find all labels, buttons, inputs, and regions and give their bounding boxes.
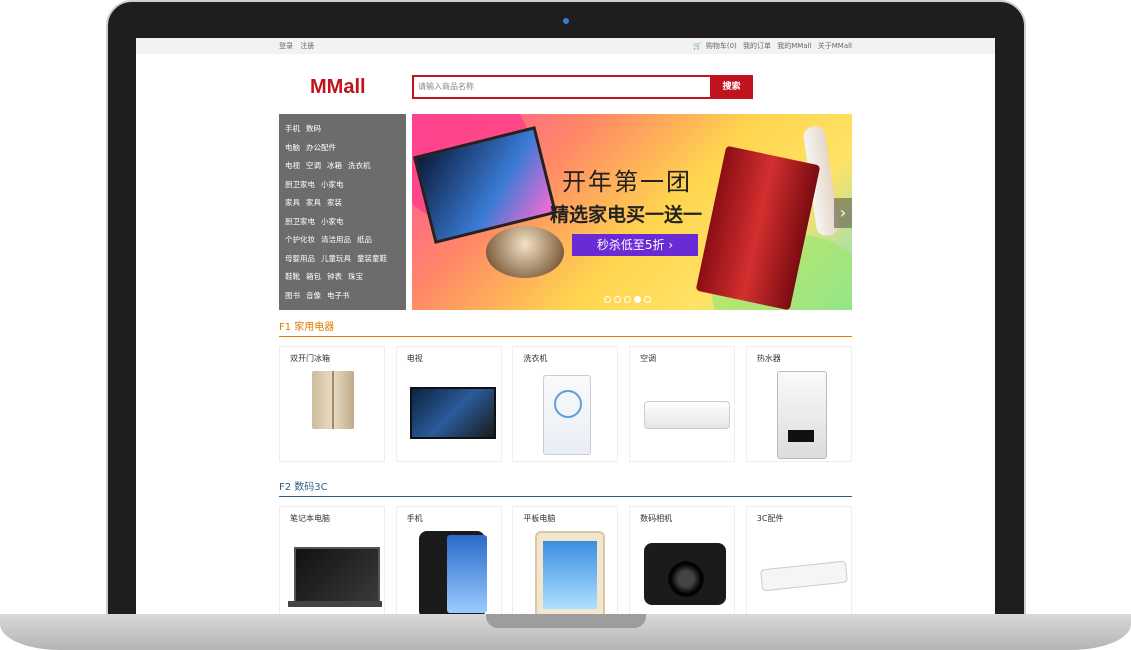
banner-promo-button[interactable]: 秒杀低至5折 › <box>572 234 698 256</box>
camera-icon <box>644 543 727 605</box>
product-card[interactable]: 笔记本电脑 <box>279 506 385 618</box>
register-link[interactable]: 注册 <box>300 42 314 50</box>
category-link[interactable]: 家具 <box>285 198 300 207</box>
category-link[interactable]: 清洁用品 <box>321 235 351 244</box>
my-mall-link[interactable]: 我的MMall <box>777 42 811 50</box>
category-link[interactable]: 小家电 <box>321 217 344 226</box>
product-card[interactable]: 数码相机 <box>629 506 736 618</box>
carousel-dot[interactable] <box>634 296 641 303</box>
category-link[interactable]: 纸品 <box>357 235 372 244</box>
category-link[interactable]: 小家电 <box>321 180 344 189</box>
category-link[interactable]: 图书 <box>285 291 300 300</box>
category-link[interactable]: 冰箱 <box>327 161 342 170</box>
product-card[interactable]: 热水器 <box>745 346 852 462</box>
category-row: 手机 数码 <box>285 123 327 134</box>
carousel-dot[interactable] <box>614 296 621 303</box>
category-row: 厨卫家电 小家电 <box>285 179 350 190</box>
category-link[interactable]: 儿童玩具 <box>321 254 351 263</box>
webcam-icon <box>563 18 569 24</box>
product-card[interactable]: 电视 <box>395 346 502 462</box>
product-card-label: 手机 <box>406 514 423 523</box>
product-card[interactable]: 平板电脑 <box>512 506 619 618</box>
category-link[interactable]: 电脑 <box>285 143 300 152</box>
product-card-label: 笔记本电脑 <box>290 514 330 523</box>
category-row: 厨卫家电 小家电 <box>285 216 350 227</box>
category-link[interactable]: 电子书 <box>327 291 350 300</box>
category-link[interactable]: 音像 <box>306 291 321 300</box>
login-link[interactable]: 登录 <box>279 42 293 50</box>
floor-divider <box>279 496 852 497</box>
laptop-base-notch <box>486 614 646 628</box>
category-link[interactable]: 鞋靴 <box>285 272 300 281</box>
promo-banner[interactable]: 开年第一团 精选家电买一送一 秒杀低至5折 › › <box>412 114 852 310</box>
product-card-label: 洗衣机 <box>523 354 548 363</box>
product-card[interactable]: 手机 <box>395 506 502 618</box>
product-card[interactable]: 双开门冰箱 <box>279 346 385 462</box>
category-row: 母婴用品 儿童玩具 童装童鞋 <box>285 253 393 264</box>
tablet-icon <box>535 531 606 618</box>
cart-icon[interactable]: 🛒 <box>693 42 702 50</box>
floor-title: F2 数码3C <box>279 482 328 493</box>
laptop-icon <box>288 547 382 607</box>
category-row: 电脑 办公配件 <box>285 142 342 153</box>
category-link[interactable]: 个护化妆 <box>285 235 315 244</box>
search-button[interactable]: 搜索 <box>710 75 753 99</box>
category-row: 家具 家具 家装 <box>285 197 348 208</box>
product-card[interactable]: 3C配件 <box>745 506 852 618</box>
category-link[interactable]: 电视 <box>285 161 300 170</box>
fridge-icon <box>312 371 354 429</box>
product-card[interactable]: 洗衣机 <box>512 346 619 462</box>
air-conditioner-icon <box>644 401 731 429</box>
search-input[interactable]: 请输入商品名称 <box>412 75 716 99</box>
category-row: 图书 音像 电子书 <box>285 290 356 301</box>
category-link[interactable]: 空调 <box>306 161 321 170</box>
banner-robot-vacuum-image <box>486 226 564 278</box>
category-menu: 手机 数码 电脑 办公配件 电视 空调 冰箱 洗衣机 厨卫家电 小家电 家具 家具 家装 厨卫家电 小家电个… <box>279 114 406 310</box>
category-row: 电视 空调 冰箱 洗衣机 <box>285 160 377 171</box>
water-heater-icon <box>776 371 827 459</box>
cart-link[interactable]: 购物车(0) <box>706 42 737 50</box>
product-card-label: 平板电脑 <box>523 514 556 523</box>
product-card-label: 电视 <box>406 354 423 363</box>
floor-title: F1 家用电器 <box>279 322 335 333</box>
product-card-label: 数码相机 <box>640 514 673 523</box>
phone-icon <box>418 531 487 618</box>
washer-icon <box>543 375 592 455</box>
category-link[interactable]: 办公配件 <box>306 143 336 152</box>
category-link[interactable]: 手机 <box>285 124 300 133</box>
product-card-label: 3C配件 <box>756 514 784 523</box>
category-link[interactable]: 家装 <box>327 198 342 207</box>
power-strip-icon <box>759 560 848 592</box>
category-link[interactable]: 数码 <box>306 124 321 133</box>
site-logo[interactable]: MMall <box>310 76 366 99</box>
banner-subline: 精选家电买一送一 <box>550 204 703 226</box>
product-card-label: 双开门冰箱 <box>290 354 330 363</box>
category-link[interactable]: 洗衣机 <box>348 161 371 170</box>
carousel-dot[interactable] <box>624 296 631 303</box>
carousel-indicators <box>604 288 654 307</box>
chevron-right-icon[interactable]: › <box>834 198 852 228</box>
category-link[interactable]: 箱包 <box>306 272 321 281</box>
category-link[interactable]: 厨卫家电 <box>285 180 315 189</box>
category-link[interactable]: 钟表 <box>327 272 342 281</box>
category-link[interactable]: 母婴用品 <box>285 254 315 263</box>
category-row: 鞋靴 箱包 钟表 珠宝 <box>285 271 369 282</box>
category-link[interactable]: 厨卫家电 <box>285 217 315 226</box>
category-row: 个护化妆 清洁用品 纸品 <box>285 234 378 245</box>
tv-icon <box>409 387 496 439</box>
category-link[interactable]: 珠宝 <box>348 272 363 281</box>
category-link[interactable]: 家具 <box>306 198 321 207</box>
product-card-label: 热水器 <box>756 354 781 363</box>
carousel-dot[interactable] <box>604 296 611 303</box>
carousel-dot[interactable] <box>644 296 651 303</box>
floor-divider <box>279 336 852 337</box>
browser-screen: 登录 注册 🛒 购物车(0) 我的订单 我的MMall 关于MMall MMall… <box>136 38 995 618</box>
product-card[interactable]: 空调 <box>629 346 736 462</box>
orders-link[interactable]: 我的订单 <box>743 42 771 50</box>
banner-headline: 开年第一团 <box>562 168 692 196</box>
product-card-label: 空调 <box>640 354 657 363</box>
about-link[interactable]: 关于MMall <box>818 42 852 50</box>
category-link[interactable]: 童装童鞋 <box>357 254 387 263</box>
top-bar: 登录 注册 🛒 购物车(0) 我的订单 我的MMall 关于MMall <box>136 38 995 54</box>
